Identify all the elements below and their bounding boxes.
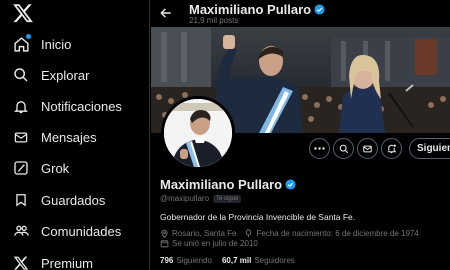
following-button[interactable]: Siguiendo — [409, 138, 450, 159]
profile-column: Maximiliano Pullaro 21,9 mil posts Sigui… — [151, 0, 450, 270]
nav-label: Guardados — [41, 192, 106, 208]
profile-handle: @maxipullaro Te sigue — [160, 194, 242, 203]
profile-name-text: Maximiliano Pullaro — [160, 177, 283, 192]
search-profile-button[interactable] — [333, 138, 354, 159]
more-options-button[interactable] — [309, 138, 330, 159]
x-premium-icon — [12, 254, 30, 270]
left-navigation: Inicio Explorar Notificaciones Mensajes … — [0, 0, 150, 270]
home-icon — [12, 34, 31, 53]
topbar-title: Maximiliano Pullaro — [189, 2, 325, 17]
nav-label: Inicio — [41, 36, 72, 52]
profile-joined-row: Se unió en julio de 2010 — [160, 239, 258, 248]
search-icon — [339, 144, 348, 153]
nav-label: Premium — [41, 255, 94, 270]
nav-item-inicio[interactable]: Inicio — [12, 33, 71, 55]
profile-name: Maximiliano Pullaro — [160, 177, 296, 192]
handle-text: @maxipullaro — [160, 194, 210, 203]
nav-item-mensajes[interactable]: Mensajes — [12, 126, 97, 148]
balloon-icon — [244, 229, 253, 238]
following-stat[interactable]: 796 Siguiendo — [160, 256, 212, 265]
verified-badge-icon — [314, 4, 325, 15]
nav-item-notificaciones[interactable]: Notificaciones — [12, 95, 122, 117]
birthdate-text: Fecha de nacimiento: 6 de diciembre de 1… — [256, 229, 419, 238]
x-logo-icon[interactable] — [12, 2, 34, 24]
nav-item-premium[interactable]: Premium — [12, 252, 93, 270]
joined-text: Se unió en julio de 2010 — [172, 239, 258, 248]
location-text: Rosario, Santa Fe — [172, 229, 237, 238]
nav-item-explorar[interactable]: Explorar — [12, 64, 89, 86]
profile-meta-row: Rosario, Santa Fe Fecha de nacimiento: 6… — [160, 229, 419, 238]
bell-icon — [12, 97, 30, 115]
verified-badge-icon — [285, 179, 296, 190]
subscribe-notifications-button[interactable] — [381, 138, 402, 159]
topbar-name: Maximiliano Pullaro — [189, 2, 312, 17]
nav-label: Comunidades — [41, 223, 122, 239]
follows-you-badge: Te sigue — [213, 194, 242, 203]
post-count: 21,9 mil posts — [189, 16, 239, 25]
nav-label: Grok — [41, 160, 70, 176]
mail-icon — [363, 145, 372, 152]
grok-icon — [12, 159, 30, 177]
profile-topbar: Maximiliano Pullaro 21,9 mil posts — [151, 0, 450, 27]
nav-label: Mensajes — [41, 129, 97, 145]
communities-icon — [12, 222, 30, 240]
followers-label: Seguidores — [254, 256, 295, 265]
following-count: 796 — [160, 256, 174, 265]
location-pin-icon — [160, 229, 169, 238]
nav-item-guardados[interactable]: Guardados — [12, 189, 105, 211]
nav-item-grok[interactable]: Grok — [12, 157, 69, 179]
followers-count: 60,7 mil — [221, 256, 252, 265]
following-label: Siguiendo — [176, 256, 212, 265]
more-dots-icon — [314, 147, 325, 150]
calendar-icon — [160, 239, 169, 248]
follow-stats: 796 Siguiendo 60,7 mil Seguidores — [160, 256, 305, 265]
bookmark-icon — [12, 191, 30, 209]
message-button[interactable] — [357, 138, 378, 159]
nav-label: Notificaciones — [41, 98, 122, 114]
search-icon — [12, 66, 30, 84]
mail-icon — [12, 128, 30, 146]
followers-stat[interactable]: 60,7 mil Seguidores — [222, 256, 295, 265]
profile-avatar[interactable] — [161, 96, 235, 170]
notification-dot — [26, 34, 31, 39]
nav-label: Explorar — [41, 67, 90, 83]
back-arrow-icon[interactable] — [159, 6, 173, 20]
bell-plus-icon — [387, 144, 397, 154]
profile-bio: Gobernador de la Provincia Invencible de… — [160, 212, 356, 222]
nav-item-comunidades[interactable]: Comunidades — [12, 220, 121, 242]
avatar-image — [164, 99, 232, 167]
